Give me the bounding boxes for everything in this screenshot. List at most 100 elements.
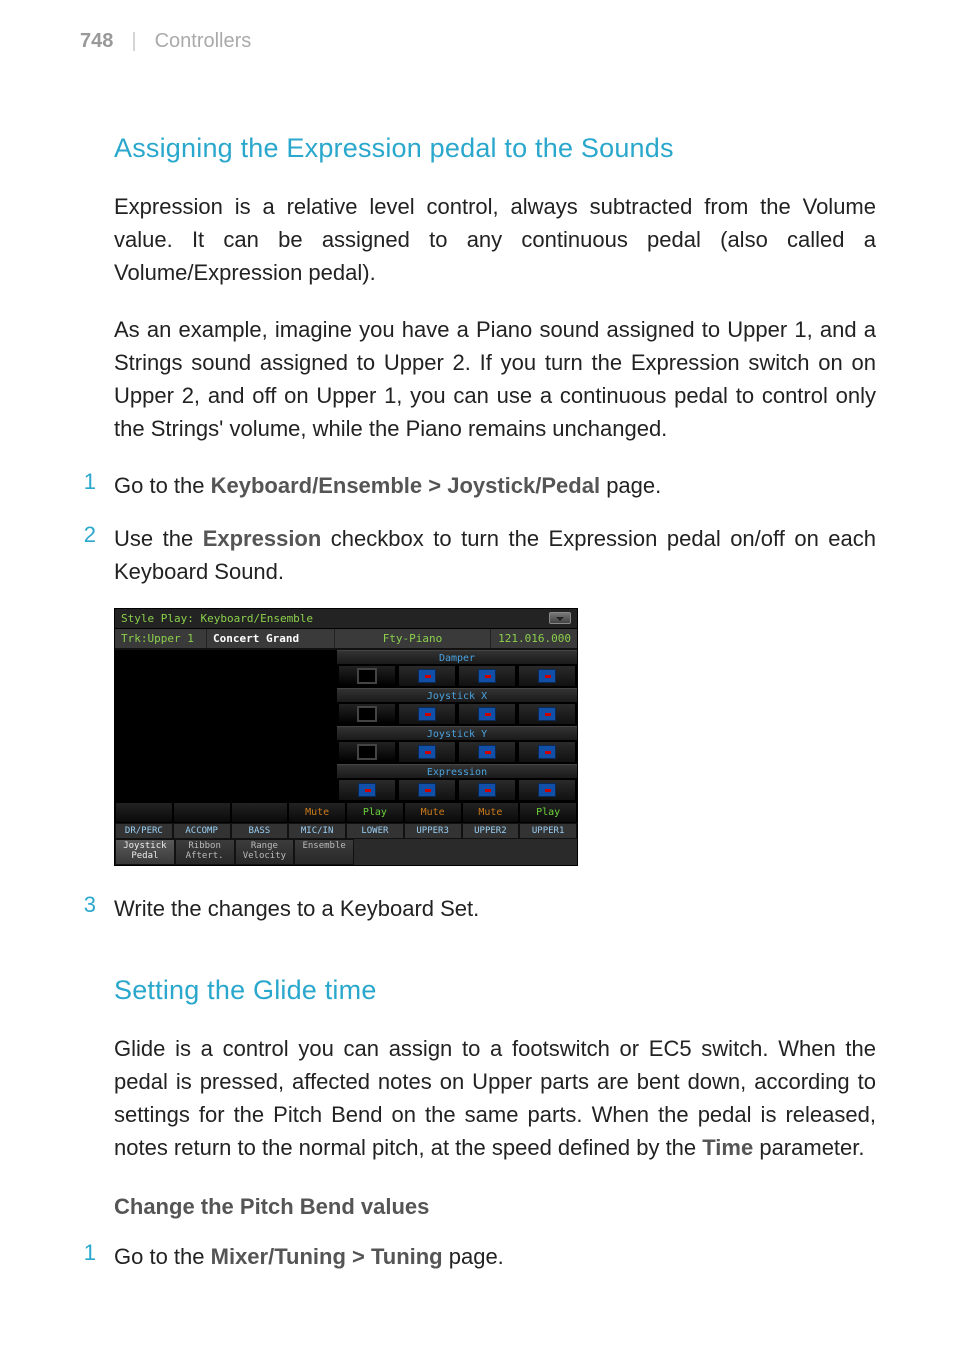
param-label-joyx: Joystick X — [337, 688, 577, 702]
param-label-joyy: Joystick Y — [337, 726, 577, 740]
pm-cell[interactable] — [173, 802, 231, 823]
step-text: Use the Expression checkbox to turn the … — [114, 522, 876, 588]
track-label[interactable]: UPPER1 — [519, 823, 577, 839]
tab-ensemble[interactable]: Ensemble — [294, 839, 354, 865]
damper-cell[interactable] — [398, 665, 456, 687]
text: Go to the — [114, 1244, 211, 1269]
step-text: Go to the Mixer/Tuning > Tuning page. — [114, 1240, 876, 1273]
joyy-cell[interactable] — [398, 741, 456, 763]
tab-ribbon-aftertouch[interactable]: Ribbon Aftert. — [175, 839, 235, 865]
ui-infobar: Trk:Upper 1 Concert Grand Fty-Piano 121.… — [115, 629, 577, 650]
checkbox-icon — [538, 783, 556, 797]
menu-path: Keyboard/Ensemble > Joystick/Pedal — [211, 473, 600, 498]
step-number: 2 — [78, 522, 96, 588]
sound-family: Fty-Piano — [335, 629, 491, 648]
pm-cell-mute[interactable]: Mute — [404, 802, 462, 823]
track-label[interactable]: DR/PERC — [115, 823, 173, 839]
track-label[interactable]: UPPER2 — [462, 823, 520, 839]
text: Go to the — [114, 473, 211, 498]
track-label-row: DR/PERC ACCOMP BASS MIC/IN LOWER UPPER3 … — [115, 823, 577, 839]
checkbox-icon — [538, 669, 556, 683]
tab-range-velocity[interactable]: Range Velocity — [235, 839, 295, 865]
pm-cell-play[interactable]: Play — [346, 802, 404, 823]
step-item: 1 Go to the Keyboard/Ensemble > Joystick… — [78, 469, 876, 502]
damper-cell[interactable] — [338, 665, 396, 687]
param-label-damper: Damper — [337, 650, 577, 664]
tab-spacer — [354, 839, 577, 865]
paragraph: Expression is a relative level control, … — [114, 190, 876, 289]
track-indicator[interactable]: Trk:Upper 1 — [115, 629, 207, 648]
track-label[interactable]: UPPER3 — [404, 823, 462, 839]
joyx-cell[interactable] — [398, 703, 456, 725]
expression-cell[interactable] — [338, 779, 396, 801]
joyy-cell[interactable] — [338, 741, 396, 763]
damper-cell[interactable] — [518, 665, 576, 687]
step-number: 1 — [78, 469, 96, 502]
tab-joystick-pedal[interactable]: Joystick Pedal — [115, 839, 175, 865]
param-name: Expression — [203, 526, 322, 551]
step-item: 3 Write the changes to a Keyboard Set. — [78, 892, 876, 925]
expression-cell[interactable] — [458, 779, 516, 801]
checkbox-icon — [357, 744, 377, 760]
section-title: Controllers — [155, 30, 252, 53]
pm-cell-mute[interactable]: Mute — [288, 802, 346, 823]
sub-heading: Change the Pitch Bend values — [114, 1194, 876, 1220]
step-number: 3 — [78, 892, 96, 925]
checkbox-icon — [357, 668, 377, 684]
text: page. — [600, 473, 661, 498]
checkbox-icon — [418, 707, 436, 721]
joyx-cell[interactable] — [458, 703, 516, 725]
checkbox-icon — [418, 745, 436, 759]
text: parameter. — [753, 1135, 864, 1160]
menu-dropdown-icon[interactable] — [549, 612, 571, 624]
page-header: 748 | Controllers — [0, 30, 954, 63]
checkbox-icon — [478, 669, 496, 683]
track-label[interactable]: BASS — [231, 823, 289, 839]
track-label[interactable]: ACCOMP — [173, 823, 231, 839]
step-item: 1 Go to the Mixer/Tuning > Tuning page. — [78, 1240, 876, 1273]
checkbox-icon — [538, 707, 556, 721]
track-label[interactable]: MIC/IN — [288, 823, 346, 839]
heading-glide: Setting the Glide time — [114, 975, 876, 1006]
checkbox-icon — [538, 745, 556, 759]
page-number: 748 — [80, 30, 113, 53]
joyy-cell[interactable] — [458, 741, 516, 763]
expression-cell[interactable] — [398, 779, 456, 801]
joyx-cell[interactable] — [338, 703, 396, 725]
step-item: 2 Use the Expression checkbox to turn th… — [78, 522, 876, 588]
header-divider: | — [131, 30, 136, 53]
play-mute-row: Mute Play Mute Mute Play — [115, 802, 577, 823]
ui-title-text: Style Play: Keyboard/Ensemble — [121, 612, 313, 625]
pm-cell[interactable] — [231, 802, 289, 823]
param-area: Damper Joystick X Joystick Y — [115, 650, 577, 802]
program-number: 121.016.000 — [491, 629, 577, 648]
param-name: Time — [702, 1135, 753, 1160]
checkbox-icon — [418, 669, 436, 683]
page-content: Assigning the Expression pedal to the So… — [0, 63, 954, 1273]
checkbox-icon — [478, 707, 496, 721]
tab-row: Joystick Pedal Ribbon Aftert. Range Velo… — [115, 839, 577, 865]
checkbox-icon — [418, 783, 436, 797]
expression-cell[interactable] — [518, 779, 576, 801]
damper-cell[interactable] — [458, 665, 516, 687]
sound-name[interactable]: Concert Grand — [207, 629, 335, 648]
param-label-expression: Expression — [337, 764, 577, 778]
device-screenshot: Style Play: Keyboard/Ensemble Trk:Upper … — [114, 608, 578, 866]
step-text: Write the changes to a Keyboard Set. — [114, 892, 876, 925]
joyx-cell[interactable] — [518, 703, 576, 725]
joyy-cell[interactable] — [518, 741, 576, 763]
track-label[interactable]: LOWER — [346, 823, 404, 839]
pm-cell[interactable] — [115, 802, 173, 823]
paragraph: Glide is a control you can assign to a f… — [114, 1032, 876, 1164]
text: Use the — [114, 526, 203, 551]
step-text: Go to the Keyboard/Ensemble > Joystick/P… — [114, 469, 876, 502]
pm-cell-play[interactable]: Play — [519, 802, 577, 823]
pm-cell-mute[interactable]: Mute — [462, 802, 520, 823]
checkbox-icon — [478, 783, 496, 797]
text: page. — [443, 1244, 504, 1269]
step-number: 1 — [78, 1240, 96, 1273]
ui-titlebar: Style Play: Keyboard/Ensemble — [115, 609, 577, 629]
paragraph: As an example, imagine you have a Piano … — [114, 313, 876, 445]
checkbox-icon — [358, 783, 376, 797]
checkbox-icon — [357, 706, 377, 722]
